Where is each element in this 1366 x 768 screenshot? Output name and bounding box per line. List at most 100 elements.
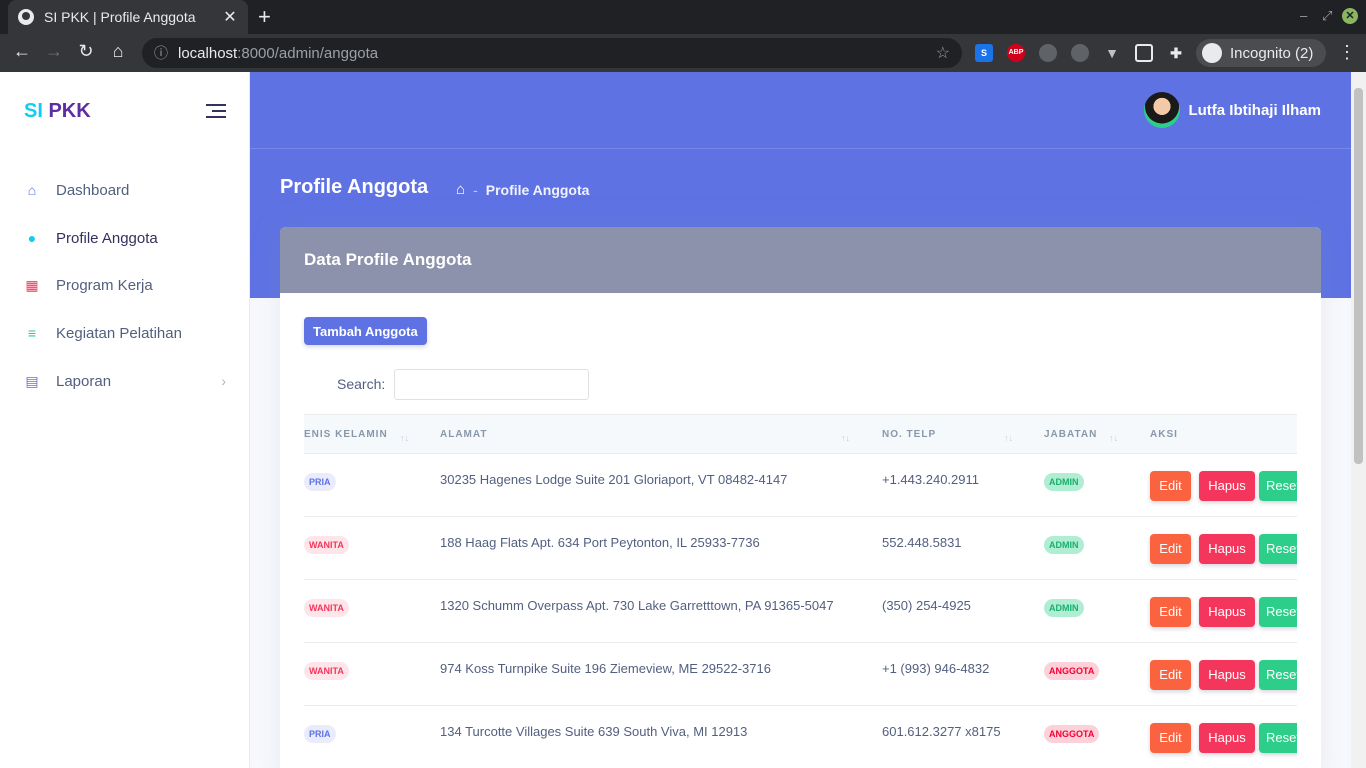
scrollbar-thumb[interactable] (1354, 88, 1363, 464)
tab-title: SI PKK | Profile Anggota (44, 9, 196, 25)
url-text: localhost:8000/admin/anggota (178, 44, 379, 62)
sidebar-item-program-kerja[interactable]: ▦ Program Kerja (0, 265, 250, 305)
incognito-badge[interactable]: Incognito (2) (1196, 39, 1326, 67)
forward-icon[interactable]: → (42, 41, 66, 62)
sort-icon[interactable]: ↑↓ (1004, 433, 1013, 443)
brand-logo[interactable]: SI PKK (24, 100, 91, 123)
edit-button[interactable]: Edit (1150, 597, 1191, 627)
browser-tab-bar: SI PKK | Profile Anggota ✕ + – ⤢ ✕ (0, 0, 1366, 34)
vue-devtools-icon[interactable]: ▼ (1103, 44, 1121, 62)
phone-cell: 601.612.3277 x8175 (882, 724, 1001, 739)
avatar (1144, 92, 1181, 128)
delete-button[interactable]: Hapus (1199, 534, 1255, 564)
table-row: PRIA 30235 Hagenes Lodge Suite 201 Glori… (304, 454, 1297, 517)
column-header-no-telp[interactable]: NO. TELP (882, 429, 936, 440)
role-badge: ANGGOTA (1044, 662, 1100, 680)
user-icon: ● (27, 230, 37, 246)
extension-badge-icon[interactable] (1071, 44, 1089, 62)
reset-button[interactable]: Reset (1259, 723, 1297, 753)
back-icon[interactable]: ← (10, 41, 34, 62)
browser-toolbar: ← → ↻ ⌂ ⓘ localhost:8000/admin/anggota ☆… (0, 34, 1366, 72)
main-content: Lutfa Ibtihaji Ilham Profile Anggota ⌂ -… (250, 72, 1351, 768)
column-header-jenis-kelamin[interactable]: ENIS KELAMIN (304, 429, 388, 440)
column-header-alamat[interactable]: ALAMAT (440, 429, 487, 440)
delete-button[interactable]: Hapus (1199, 597, 1255, 627)
column-header-jabatan[interactable]: JABATAN (1044, 429, 1097, 440)
phone-cell: +1.443.240.2911 (882, 472, 979, 487)
phone-cell: (350) 254-4925 (882, 598, 971, 613)
table-header: ENIS KELAMIN ↑↓ ALAMAT ↑↓ NO. TELP ↑↓ JA… (304, 414, 1297, 454)
address-cell: 188 Haag Flats Apt. 634 Port Peytonton, … (440, 535, 760, 550)
address-cell: 1320 Schumm Overpass Apt. 730 Lake Garre… (440, 598, 834, 613)
delete-button[interactable]: Hapus (1199, 723, 1255, 753)
card-header: Data Profile Anggota (280, 227, 1321, 293)
edit-button[interactable]: Edit (1150, 660, 1191, 690)
delete-button[interactable]: Hapus (1199, 471, 1255, 501)
new-tab-icon[interactable]: + (258, 4, 271, 30)
address-cell: 974 Koss Turnpike Suite 196 Ziemeview, M… (440, 661, 771, 676)
address-cell: 134 Turcotte Villages Suite 639 South Vi… (440, 724, 748, 739)
gender-badge: WANITA (304, 536, 349, 554)
calendar-icon: ▦ (25, 276, 39, 293)
browser-tab[interactable]: SI PKK | Profile Anggota ✕ (8, 0, 248, 34)
add-anggota-button[interactable]: Tambah Anggota (304, 317, 427, 345)
edit-button[interactable]: Edit (1150, 534, 1191, 564)
sidebar-item-laporan[interactable]: ▤ Laporan › (0, 361, 250, 401)
page-title: Profile Anggota (280, 176, 429, 198)
anggota-table: ENIS KELAMIN ↑↓ ALAMAT ↑↓ NO. TELP ↑↓ JA… (304, 414, 1297, 768)
document-icon: ▤ (25, 372, 39, 389)
sidebar-item-kegiatan-pelatihan[interactable]: ≡ Kegiatan Pelatihan (0, 313, 250, 353)
info-icon[interactable]: ⓘ (154, 43, 174, 63)
table-row: WANITA 974 Koss Turnpike Suite 196 Zieme… (304, 643, 1297, 706)
user-menu[interactable]: Lutfa Ibtihaji Ilham (1144, 92, 1321, 128)
role-badge: ADMIN (1044, 473, 1084, 491)
sort-icon[interactable]: ↑↓ (400, 433, 409, 443)
gender-badge: PRIA (304, 473, 336, 491)
reload-icon[interactable]: ↻ (74, 41, 98, 62)
close-tab-icon[interactable]: ✕ (222, 7, 238, 27)
sidebar-item-dashboard[interactable]: ⌂ Dashboard (0, 170, 250, 210)
data-card: Data Profile Anggota Tambah Anggota Sear… (280, 227, 1321, 768)
sidenav-toggle-icon[interactable] (206, 104, 226, 122)
delete-button[interactable]: Hapus (1199, 660, 1255, 690)
reset-button[interactable]: Reset (1259, 471, 1297, 501)
sidebar-item-profile-anggota[interactable]: ● Profile Anggota (0, 218, 250, 258)
role-badge: ANGGOTA (1044, 725, 1100, 743)
extension-icon[interactable] (1039, 44, 1057, 62)
breadcrumb-current: Profile Anggota (485, 181, 590, 198)
home-icon[interactable]: ⌂ (456, 181, 465, 198)
phone-cell: 552.448.5831 (882, 535, 962, 550)
table-row: WANITA 188 Haag Flats Apt. 634 Port Peyt… (304, 517, 1297, 580)
search-input[interactable] (394, 369, 589, 400)
reset-button[interactable]: Reset (1259, 597, 1297, 627)
address-bar[interactable]: ⓘ localhost:8000/admin/anggota ☆ (142, 38, 962, 68)
adblock-icon[interactable]: ABP (1007, 44, 1025, 62)
search-label: Search: (337, 376, 386, 392)
reset-button[interactable]: Reset (1259, 660, 1297, 690)
role-badge: ADMIN (1044, 536, 1084, 554)
extension-glasses-icon[interactable] (1135, 44, 1153, 62)
gender-badge: WANITA (304, 662, 349, 680)
shop-icon: ⌂ (27, 182, 37, 198)
role-badge: ADMIN (1044, 599, 1084, 617)
incognito-icon (1202, 43, 1222, 63)
minimize-icon[interactable]: – (1300, 8, 1307, 23)
gender-badge: WANITA (304, 599, 349, 617)
extension-s-icon[interactable]: S (975, 44, 993, 62)
bookmark-star-icon[interactable]: ☆ (936, 43, 950, 63)
sort-icon[interactable]: ↑↓ (841, 433, 850, 443)
table-row: WANITA 1320 Schumm Overpass Apt. 730 Lak… (304, 580, 1297, 643)
browser-menu-icon[interactable]: ⋮ (1338, 42, 1356, 63)
home-icon[interactable]: ⌂ (106, 41, 130, 62)
restore-icon[interactable]: ⤢ (1322, 8, 1332, 24)
puzzle-icon[interactable]: ✚ (1167, 44, 1185, 62)
sort-icon[interactable]: ↑↓ (1109, 433, 1118, 443)
phone-cell: +1 (993) 946-4832 (882, 661, 990, 676)
sidebar: SI PKK ⌂ Dashboard ● Profile Anggota ▦ P… (0, 72, 250, 768)
window-close-icon[interactable]: ✕ (1342, 8, 1358, 24)
page-scrollbar[interactable] (1351, 72, 1366, 768)
edit-button[interactable]: Edit (1150, 723, 1191, 753)
edit-button[interactable]: Edit (1150, 471, 1191, 501)
breadcrumb: ⌂ - Profile Anggota (456, 181, 590, 198)
reset-button[interactable]: Reset (1259, 534, 1297, 564)
